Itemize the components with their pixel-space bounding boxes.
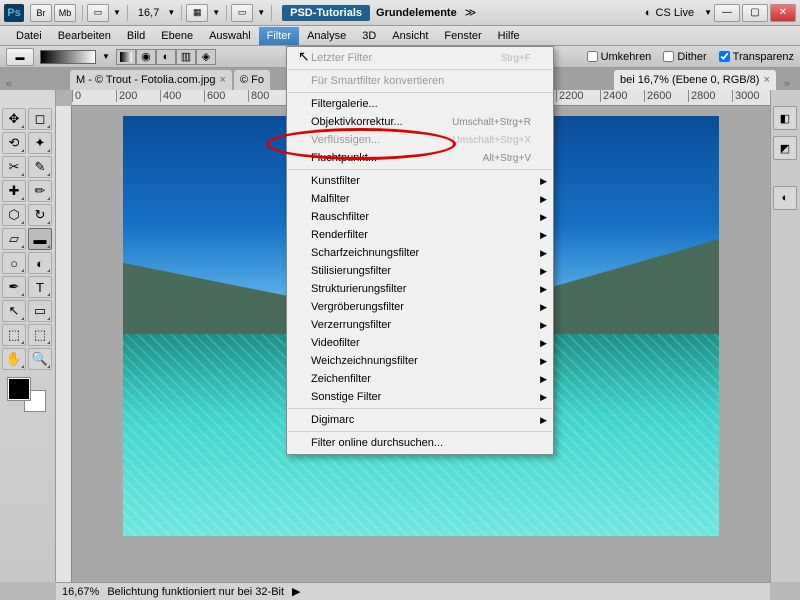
crop-tool[interactable]: ✂ [2, 156, 26, 178]
3d-camera-tool[interactable]: ⬚ [28, 324, 52, 346]
menu-smartfilter: Für Smartfilter konvertieren [287, 72, 553, 90]
pen-tool[interactable]: ✒ [2, 276, 26, 298]
wand-tool[interactable]: ✦ [28, 132, 52, 154]
menu-auswahl[interactable]: Auswahl [201, 27, 259, 45]
hand-tool[interactable]: ✋ [2, 348, 26, 370]
blur-tool[interactable]: ○ [2, 252, 26, 274]
gradient-angle-button[interactable]: ◐ [156, 49, 176, 65]
menu-objektivkorrektur[interactable]: Objektivkorrektur...Umschalt+Strg+R [287, 113, 553, 131]
brush-tool[interactable]: ✏ [28, 180, 52, 202]
stamp-tool[interactable]: ⬡ [2, 204, 26, 226]
foreground-swatch[interactable] [8, 378, 30, 400]
dodge-tool[interactable]: ◐ [28, 252, 52, 274]
marquee-tool[interactable]: ◻ [28, 108, 52, 130]
color-picker[interactable] [8, 378, 46, 412]
menu-ansicht[interactable]: Ansicht [384, 27, 436, 45]
workspace-psd-tutorials[interactable]: PSD-Tutorials [282, 5, 370, 21]
extras-button[interactable]: ▭ [231, 4, 253, 22]
arrange-button[interactable]: ▦ [186, 4, 208, 22]
maximize-button[interactable]: ▢ [742, 4, 768, 22]
document-tab-1[interactable]: M - © Trout - Fotolia.com.jpg× [70, 70, 232, 90]
menu-renderfilter[interactable]: Renderfilter▶ [287, 226, 553, 244]
menu-zeichenfilter[interactable]: Zeichenfilter▶ [287, 370, 553, 388]
path-tool[interactable]: ↖ [2, 300, 26, 322]
cslive-icon: ◐ [645, 7, 652, 19]
heal-tool[interactable]: ✚ [2, 180, 26, 202]
cslive-button[interactable]: CS Live [656, 7, 695, 19]
menu-videofilter[interactable]: Videofilter▶ [287, 334, 553, 352]
bridge-button[interactable]: Br [30, 4, 52, 22]
menu-filter-online[interactable]: Filter online durchsuchen... [287, 434, 553, 452]
menubar: Datei Bearbeiten Bild Ebene Auswahl Filt… [0, 26, 800, 46]
menu-malfilter[interactable]: Malfilter▶ [287, 190, 553, 208]
layers-panel-icon[interactable]: ◧ [773, 106, 797, 130]
zoom-tool[interactable]: 🔍 [28, 348, 52, 370]
mini-bridge-button[interactable]: Mb [54, 4, 76, 22]
gradient-swatch[interactable] [40, 50, 96, 64]
tool-preset-button[interactable]: ▬ [6, 48, 34, 66]
menu-digimarc[interactable]: Digimarc▶ [287, 411, 553, 429]
menu-hilfe[interactable]: Hilfe [490, 27, 528, 45]
zoom-label: 16,7 [132, 7, 165, 19]
gradient-reflected-button[interactable]: ▥ [176, 49, 196, 65]
close-icon[interactable]: × [763, 74, 769, 86]
gradient-diamond-button[interactable]: ◈ [196, 49, 216, 65]
menu-vergroeberungsfilter[interactable]: Vergröberungsfilter▶ [287, 298, 553, 316]
menu-strukturierungsfilter[interactable]: Strukturierungsfilter▶ [287, 280, 553, 298]
document-tab-active[interactable]: bei 16,7% (Ebene 0, RGB/8)× [614, 70, 776, 90]
toolbox: ✥ ◻ ⟲ ✦ ✂ ✎ ✚ ✏ ⬡ ↻ ▱ ▬ ○ ◐ ✒ T ↖ ▭ ⬚ ⬚ … [0, 90, 56, 582]
type-tool[interactable]: T [28, 276, 52, 298]
lasso-tool[interactable]: ⟲ [2, 132, 26, 154]
document-tab-2[interactable]: © Fo [234, 70, 270, 90]
menu-fluchtpunkt[interactable]: Fluchtpunkt...Alt+Strg+V [287, 149, 553, 167]
ps-logo: Ps [4, 4, 24, 22]
menu-verfluessigen: Verflüssigen...Umschalt+Strg+X [287, 131, 553, 149]
status-zoom: 16,67% [62, 586, 99, 598]
titlebar: Ps Br Mb ▭ ▼ 16,7 ▼ ▦ ▼ ▭ ▼ PSD-Tutorial… [0, 0, 800, 26]
close-button[interactable]: ✕ [770, 4, 796, 22]
eyedropper-tool[interactable]: ✎ [28, 156, 52, 178]
menu-stilisierungsfilter[interactable]: Stilisierungsfilter▶ [287, 262, 553, 280]
menu-kunstfilter[interactable]: Kunstfilter▶ [287, 172, 553, 190]
menu-ebene[interactable]: Ebene [153, 27, 201, 45]
adjustments-panel-icon[interactable]: ◐ [773, 186, 797, 210]
minimize-button[interactable]: — [714, 4, 740, 22]
menu-datei[interactable]: Datei [8, 27, 50, 45]
3d-tool[interactable]: ⬚ [2, 324, 26, 346]
panel-dock: ◧ ◩ ◐ [770, 90, 800, 582]
menu-filtergalerie[interactable]: Filtergalerie... [287, 95, 553, 113]
menu-bearbeiten[interactable]: Bearbeiten [50, 27, 119, 45]
transparenz-checkbox[interactable]: Transparenz [719, 51, 794, 63]
umkehren-checkbox[interactable]: Umkehren [587, 51, 652, 63]
dither-checkbox[interactable]: Dither [663, 51, 706, 63]
filter-menu-dropdown: Letzter FilterStrg+F Für Smartfilter kon… [286, 46, 554, 455]
menu-scharfzeichnungsfilter[interactable]: Scharfzeichnungsfilter▶ [287, 244, 553, 262]
status-bar: 16,67% Belichtung funktioniert nur bei 3… [56, 582, 770, 600]
status-message: Belichtung funktioniert nur bei 32-Bit [107, 586, 284, 598]
workspace-grundelemente[interactable]: Grundelemente [376, 7, 457, 19]
screen-mode-button[interactable]: ▭ [87, 4, 109, 22]
menu-analyse[interactable]: Analyse [299, 27, 354, 45]
menu-bild[interactable]: Bild [119, 27, 153, 45]
gradient-type-group: ◉ ◐ ▥ ◈ [116, 49, 216, 65]
gradient-tool[interactable]: ▬ [28, 228, 52, 250]
ruler-vertical [56, 106, 72, 582]
gradient-radial-button[interactable]: ◉ [136, 49, 156, 65]
menu-3d[interactable]: 3D [354, 27, 384, 45]
move-tool[interactable]: ✥ [2, 108, 26, 130]
menu-letzter-filter: Letzter FilterStrg+F [287, 49, 553, 67]
menu-filter[interactable]: Filter [259, 27, 299, 45]
menu-weichzeichnungsfilter[interactable]: Weichzeichnungsfilter▶ [287, 352, 553, 370]
menu-sonstige-filter[interactable]: Sonstige Filter▶ [287, 388, 553, 406]
history-brush-tool[interactable]: ↻ [28, 204, 52, 226]
close-icon[interactable]: × [220, 74, 226, 86]
shape-tool[interactable]: ▭ [28, 300, 52, 322]
menu-rauschfilter[interactable]: Rauschfilter▶ [287, 208, 553, 226]
menu-verzerrungsfilter[interactable]: Verzerrungsfilter▶ [287, 316, 553, 334]
eraser-tool[interactable]: ▱ [2, 228, 26, 250]
gradient-linear-button[interactable] [116, 49, 136, 65]
menu-fenster[interactable]: Fenster [436, 27, 489, 45]
channels-panel-icon[interactable]: ◩ [773, 136, 797, 160]
